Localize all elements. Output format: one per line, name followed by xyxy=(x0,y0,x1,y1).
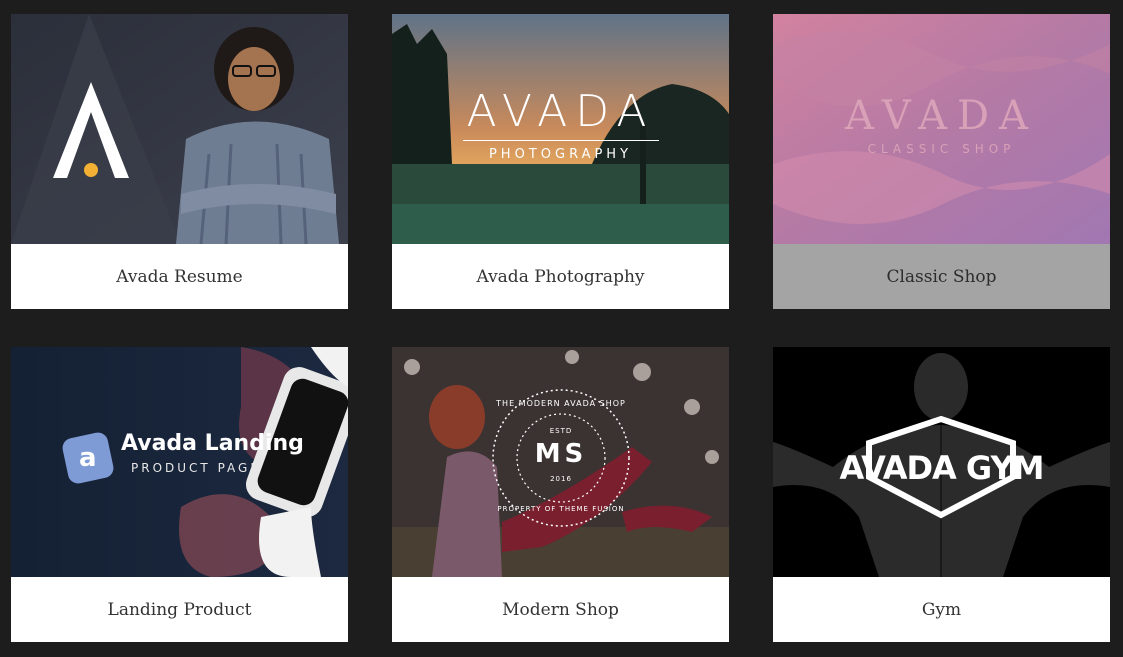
demo-thumbnail-avada-resume[interactable]: A xyxy=(11,14,348,244)
demo-card-classic-shop[interactable]: AVADA CLASSIC SHOP Classic Shop xyxy=(773,14,1110,309)
demo-title[interactable]: Classic Shop xyxy=(773,244,1110,309)
classic-shop-logo-title: AVADA xyxy=(845,93,1038,139)
demo-thumbnail-modern-shop[interactable]: THE MODERN AVADA SHOP ESTD MS 2016 PROPE… xyxy=(392,347,729,577)
photography-logo-subtitle: PHOTOGRAPHY xyxy=(488,147,633,162)
demo-card-gym[interactable]: AVADA GYM Gym xyxy=(773,347,1110,642)
photography-logo: AVADA PHOTOGRAPHY xyxy=(392,88,729,162)
demo-title[interactable]: Avada Resume xyxy=(11,244,348,309)
badge-estd-text: ESTD xyxy=(549,427,573,435)
photography-logo-title: AVADA xyxy=(466,86,655,137)
demo-card-modern-shop[interactable]: THE MODERN AVADA SHOP ESTD MS 2016 PROPE… xyxy=(392,347,729,642)
classic-shop-logo: AVADA CLASSIC SHOP xyxy=(773,94,1110,156)
landing-logo-subtitle: PRODUCT PAGE xyxy=(131,461,261,475)
demo-title[interactable]: Modern Shop xyxy=(392,577,729,642)
demo-thumbnail-landing-product[interactable]: a Avada Landing PRODUCT PAGE xyxy=(11,347,348,577)
badge-initials: MS xyxy=(534,439,588,469)
demo-title[interactable]: Avada Photography xyxy=(392,244,729,309)
badge-ring-top-text: THE MODERN AVADA SHOP xyxy=(496,399,626,408)
landing-app-icon-letter: a xyxy=(79,443,97,474)
demo-thumbnail-classic-shop[interactable]: AVADA CLASSIC SHOP xyxy=(773,14,1110,244)
demo-thumbnail-gym[interactable]: AVADA GYM xyxy=(773,347,1110,577)
demo-title[interactable]: Gym xyxy=(773,577,1110,642)
landing-logo-title: Avada Landing xyxy=(121,431,304,456)
classic-shop-logo-subtitle: CLASSIC SHOP xyxy=(867,142,1016,156)
resume-logo: A xyxy=(51,82,131,182)
demo-card-avada-resume[interactable]: A Avada Resume xyxy=(11,14,348,309)
gym-logo-title: AVADA GYM xyxy=(839,449,1045,487)
demo-thumbnail-avada-photography[interactable]: AVADA PHOTOGRAPHY xyxy=(392,14,729,244)
badge-ring-bottom-text: PROPERTY OF THEME FUSION xyxy=(497,505,625,513)
demo-card-avada-photography[interactable]: AVADA PHOTOGRAPHY Avada Photography xyxy=(392,14,729,309)
modern-shop-badge: THE MODERN AVADA SHOP ESTD MS 2016 PROPE… xyxy=(490,387,632,529)
demo-title[interactable]: Landing Product xyxy=(11,577,348,642)
demo-card-landing-product[interactable]: a Avada Landing PRODUCT PAGE Landing Pro… xyxy=(11,347,348,642)
landing-app-icon: a xyxy=(60,430,116,486)
badge-year-text: 2016 xyxy=(550,475,572,483)
